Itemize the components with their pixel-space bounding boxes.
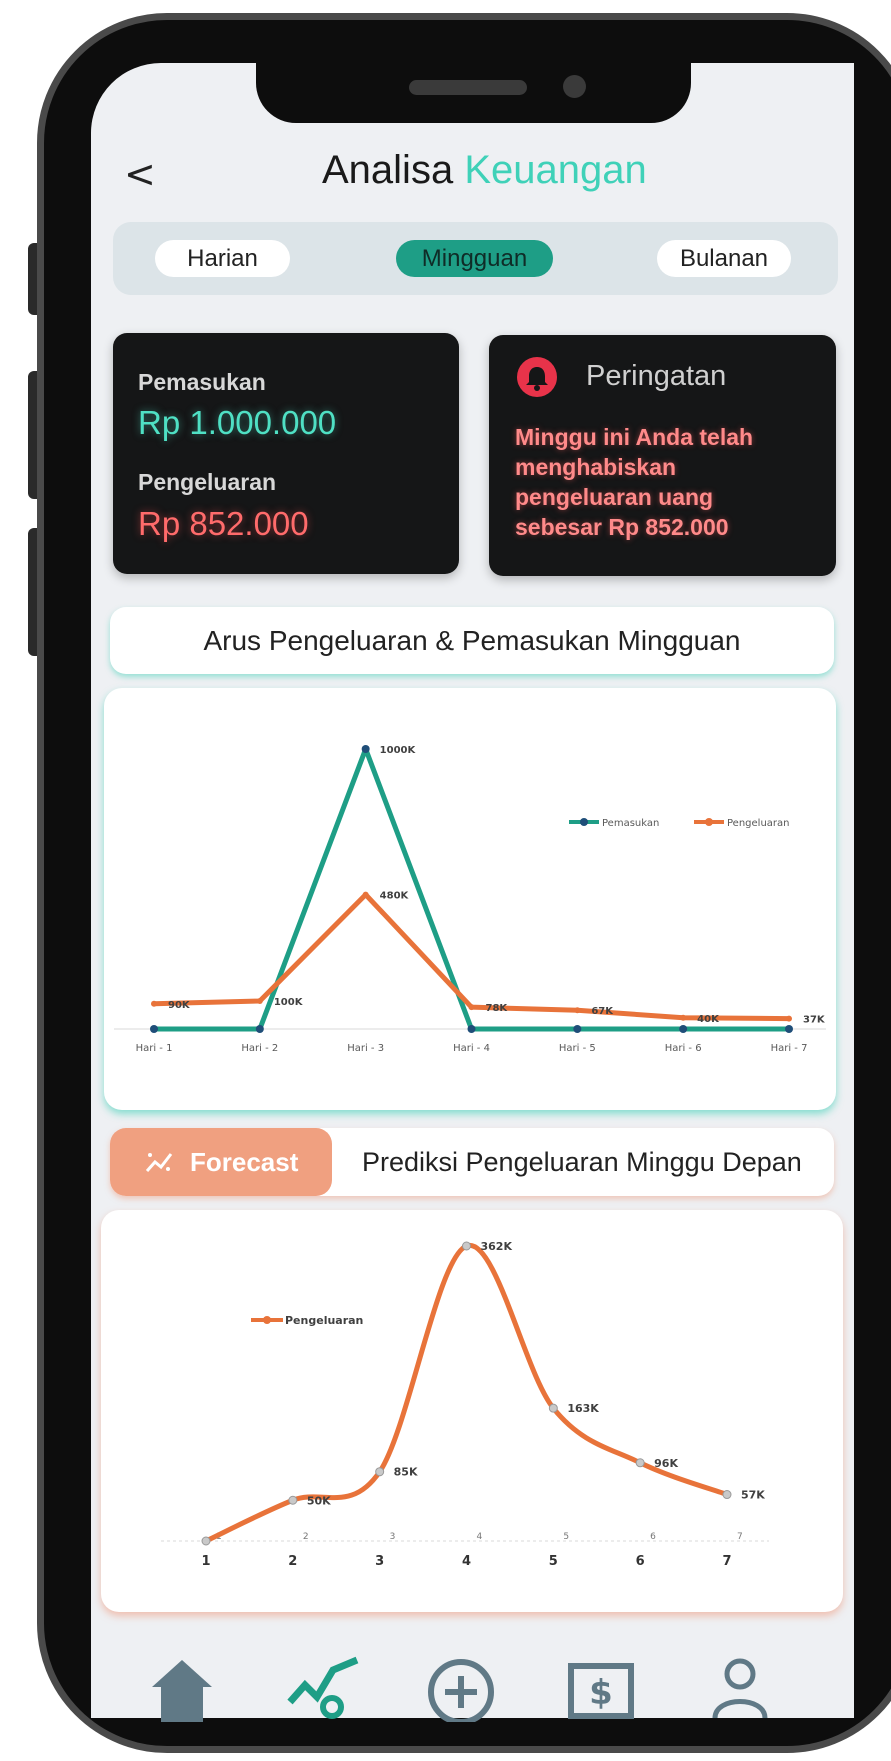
data-label: 85K — [394, 1466, 418, 1479]
weekly-chart: Hari - 1 Hari - 2 Hari - 3 Hari - 4 Hari - 5… — [114, 745, 826, 1054]
data-point — [288, 1495, 298, 1505]
x-tick-label: 2 — [288, 1554, 297, 1569]
x-tick-label: 5 — [549, 1554, 558, 1569]
income-label: Pemasukan — [138, 369, 266, 395]
point-id-label: 4 — [477, 1532, 483, 1542]
trend-icon — [144, 1128, 174, 1202]
back-button[interactable]: < — [124, 152, 156, 196]
legend-label: Pengeluaran — [727, 818, 790, 829]
expense-label: Pengeluaran — [138, 469, 277, 495]
data-point — [467, 1025, 476, 1033]
summary-card: Pemasukan Rp 1.000.000 Pengeluaran Rp 85… — [113, 333, 459, 574]
data-point — [462, 1241, 471, 1251]
x-tick-label: 7 — [722, 1554, 731, 1569]
point-id-label: 5 — [563, 1532, 569, 1542]
money-icon[interactable]: $ — [566, 1652, 636, 1722]
x-tick-label: Hari - 2 — [241, 1043, 278, 1054]
period-tabs: Harian Mingguan Bulanan — [113, 222, 838, 295]
legend-marker — [580, 818, 588, 826]
legend-marker — [263, 1316, 271, 1324]
add-circle-icon[interactable] — [426, 1652, 496, 1725]
data-label: 50K — [307, 1494, 331, 1507]
data-label: 78K — [486, 1003, 509, 1014]
speaker — [409, 80, 527, 95]
svg-text:$: $ — [589, 1673, 613, 1713]
data-point — [362, 891, 369, 898]
data-label: 67K — [591, 1006, 614, 1017]
forecast-label: Forecast — [190, 1147, 299, 1177]
analytics-icon[interactable] — [285, 1652, 359, 1722]
data-label: 1000K — [380, 745, 417, 756]
data-point — [574, 1007, 581, 1014]
point-id-label: 2 — [303, 1532, 309, 1542]
legend-label: Pengeluaran — [285, 1314, 363, 1327]
x-tick-label: Hari - 6 — [665, 1043, 702, 1054]
camera — [563, 75, 586, 98]
data-label: 100K — [274, 997, 304, 1008]
point-id-label: 3 — [390, 1532, 396, 1542]
forecast-title: Prediksi Pengeluaran Minggu Depan — [362, 1147, 802, 1177]
income-value: Rp 1.000.000 — [138, 404, 337, 441]
data-point — [375, 1467, 385, 1477]
series-line-pemasukan — [154, 746, 789, 1032]
data-point — [680, 1014, 687, 1021]
forecast-chart-card: 1 1 2 2 3 3 4 4 5 5 6 6 7 7 50K 85K 362K 163K 96K 57K Pengel… — [101, 1210, 843, 1612]
x-tick-label: Hari - 3 — [347, 1043, 384, 1054]
x-tick-label: 1 — [201, 1554, 210, 1569]
expense-value: Rp 852.000 — [138, 505, 309, 542]
data-point — [468, 1004, 475, 1011]
point-id-label: 7 — [737, 1532, 743, 1542]
weekly-section-title: Arus Pengeluaran & Pemasukan Mingguan — [110, 607, 834, 674]
data-point — [256, 998, 263, 1004]
tab-harian[interactable]: Harian — [155, 240, 290, 277]
x-tick-label: Hari - 1 — [136, 1043, 173, 1054]
warning-title: Peringatan — [586, 360, 727, 392]
data-point — [635, 1458, 645, 1468]
series-line-pengeluaran — [153, 892, 790, 1022]
tab-bulanan[interactable]: Bulanan — [657, 240, 791, 277]
legend-label: Pemasukan — [602, 818, 659, 829]
data-point — [573, 1025, 582, 1033]
data-label: 362K — [481, 1240, 513, 1253]
data-label: 57K — [741, 1489, 765, 1502]
page-title: Analisa Keuangan — [322, 148, 647, 193]
data-label: 163K — [567, 1402, 599, 1415]
data-point — [150, 1025, 158, 1033]
data-label: 40K — [697, 1014, 720, 1025]
title-accent: Keuangan — [464, 148, 647, 192]
data-point — [151, 1000, 157, 1007]
x-tick-label: Hari - 7 — [771, 1043, 808, 1054]
forecast-chart: 1122334455667750K85K362K163K96K57KPengel… — [161, 1240, 769, 1569]
data-label: 90K — [168, 1000, 191, 1011]
data-label: 480K — [380, 891, 410, 902]
data-point — [785, 1025, 793, 1033]
profile-icon[interactable] — [705, 1652, 775, 1722]
data-point — [548, 1403, 558, 1413]
tab-mingguan[interactable]: Mingguan — [396, 240, 553, 277]
series-line-pengeluaran — [204, 1243, 728, 1544]
data-label: 96K — [654, 1457, 678, 1470]
weekly-chart-card: Hari - 1 Hari - 2 Hari - 3 Hari - 4 Hari - 5… — [104, 688, 836, 1110]
bell-icon — [517, 357, 557, 397]
legend-marker — [705, 818, 713, 826]
x-tick-label: Hari - 4 — [453, 1043, 490, 1054]
title-main: Analisa — [322, 148, 454, 192]
x-tick-label: 6 — [636, 1554, 645, 1569]
data-point — [786, 1015, 792, 1022]
x-tick-label: 3 — [375, 1554, 384, 1569]
forecast-pill[interactable]: Forecast — [110, 1128, 332, 1196]
point-id-label: 6 — [650, 1532, 656, 1542]
forecast-header: Forecast Prediksi Pengeluaran Minggu Dep… — [110, 1128, 834, 1196]
x-tick-label: 4 — [462, 1554, 471, 1569]
data-point — [255, 1025, 264, 1033]
data-point — [361, 745, 370, 753]
data-point — [201, 1536, 211, 1546]
data-point — [722, 1490, 732, 1500]
data-label: 37K — [803, 1015, 826, 1026]
warning-message: Minggu ini Anda telah menghabiskan penge… — [515, 424, 754, 540]
home-icon[interactable] — [147, 1652, 217, 1722]
x-tick-label: Hari - 5 — [559, 1043, 596, 1054]
data-point — [679, 1025, 688, 1033]
